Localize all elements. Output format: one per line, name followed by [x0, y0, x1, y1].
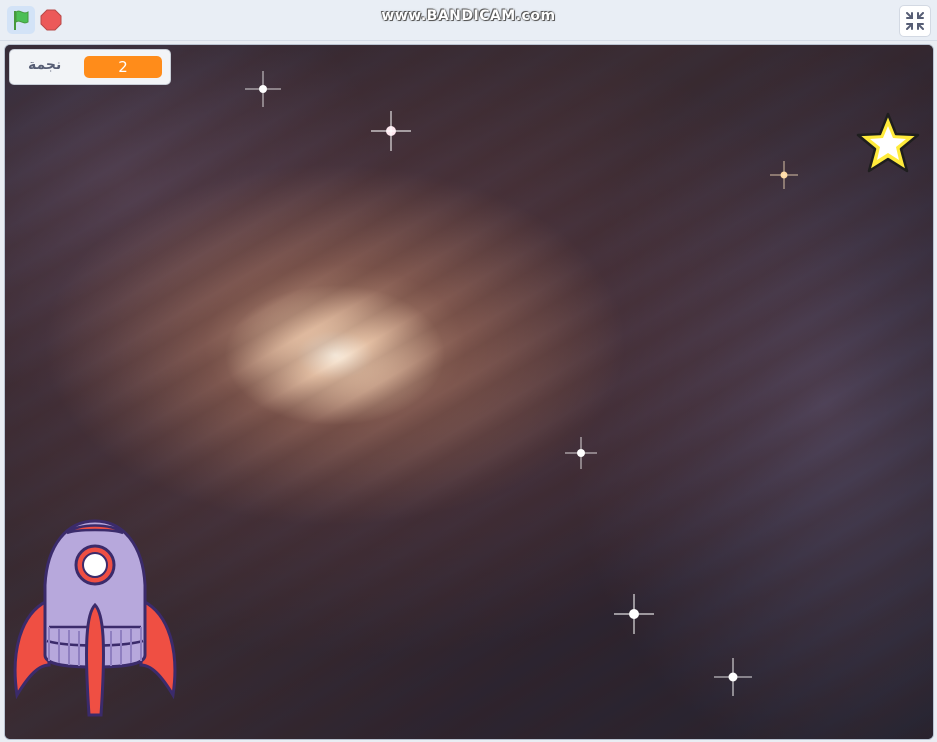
- exit-fullscreen-icon: [906, 12, 924, 30]
- stage[interactable]: نجمة 2: [4, 44, 934, 740]
- bright-star: [565, 437, 597, 469]
- star-sprite[interactable]: [855, 111, 921, 175]
- bright-star: [245, 71, 281, 107]
- bright-star: [714, 658, 752, 696]
- monitor-value: 2: [84, 56, 162, 78]
- exit-fullscreen-button[interactable]: [899, 5, 931, 37]
- rocket-sprite[interactable]: [9, 515, 181, 739]
- stage-toolbar: www.BANDICAM.com: [0, 0, 937, 41]
- bright-star: [614, 594, 654, 634]
- bright-star: [770, 161, 798, 189]
- bright-star: [371, 111, 411, 151]
- monitor-label: نجمة: [28, 57, 62, 73]
- recorder-watermark: www.BANDICAM.com: [381, 8, 556, 24]
- variable-monitor[interactable]: نجمة 2: [9, 49, 171, 85]
